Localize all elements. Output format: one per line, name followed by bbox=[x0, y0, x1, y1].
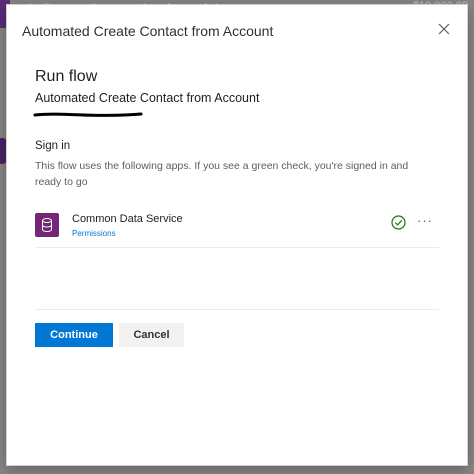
sign-in-description: This flow uses the following apps. If yo… bbox=[35, 160, 409, 188]
footer-divider bbox=[35, 309, 439, 310]
sign-in-label: Sign in bbox=[35, 140, 71, 152]
close-icon[interactable] bbox=[435, 20, 453, 38]
database-icon bbox=[35, 213, 59, 237]
continue-button[interactable]: Continue bbox=[35, 323, 113, 347]
permissions-link[interactable]: Permissions bbox=[72, 229, 116, 238]
run-flow-heading: Run flow bbox=[35, 68, 98, 85]
app-name: Common Data Service bbox=[72, 213, 183, 225]
cancel-button[interactable]: Cancel bbox=[119, 323, 184, 347]
run-flow-dialog: Automated Create Contact from Account Ru… bbox=[6, 4, 468, 466]
app-row-common-data-service: Common Data Service Permissions ··· bbox=[35, 211, 439, 248]
more-options-icon[interactable]: ··· bbox=[417, 213, 433, 228]
check-circle-icon bbox=[391, 215, 406, 230]
redaction-scribble bbox=[33, 112, 143, 117]
dialog-title: Automated Create Contact from Account bbox=[22, 23, 274, 39]
flow-name: Automated Create Contact from Account bbox=[35, 91, 260, 105]
